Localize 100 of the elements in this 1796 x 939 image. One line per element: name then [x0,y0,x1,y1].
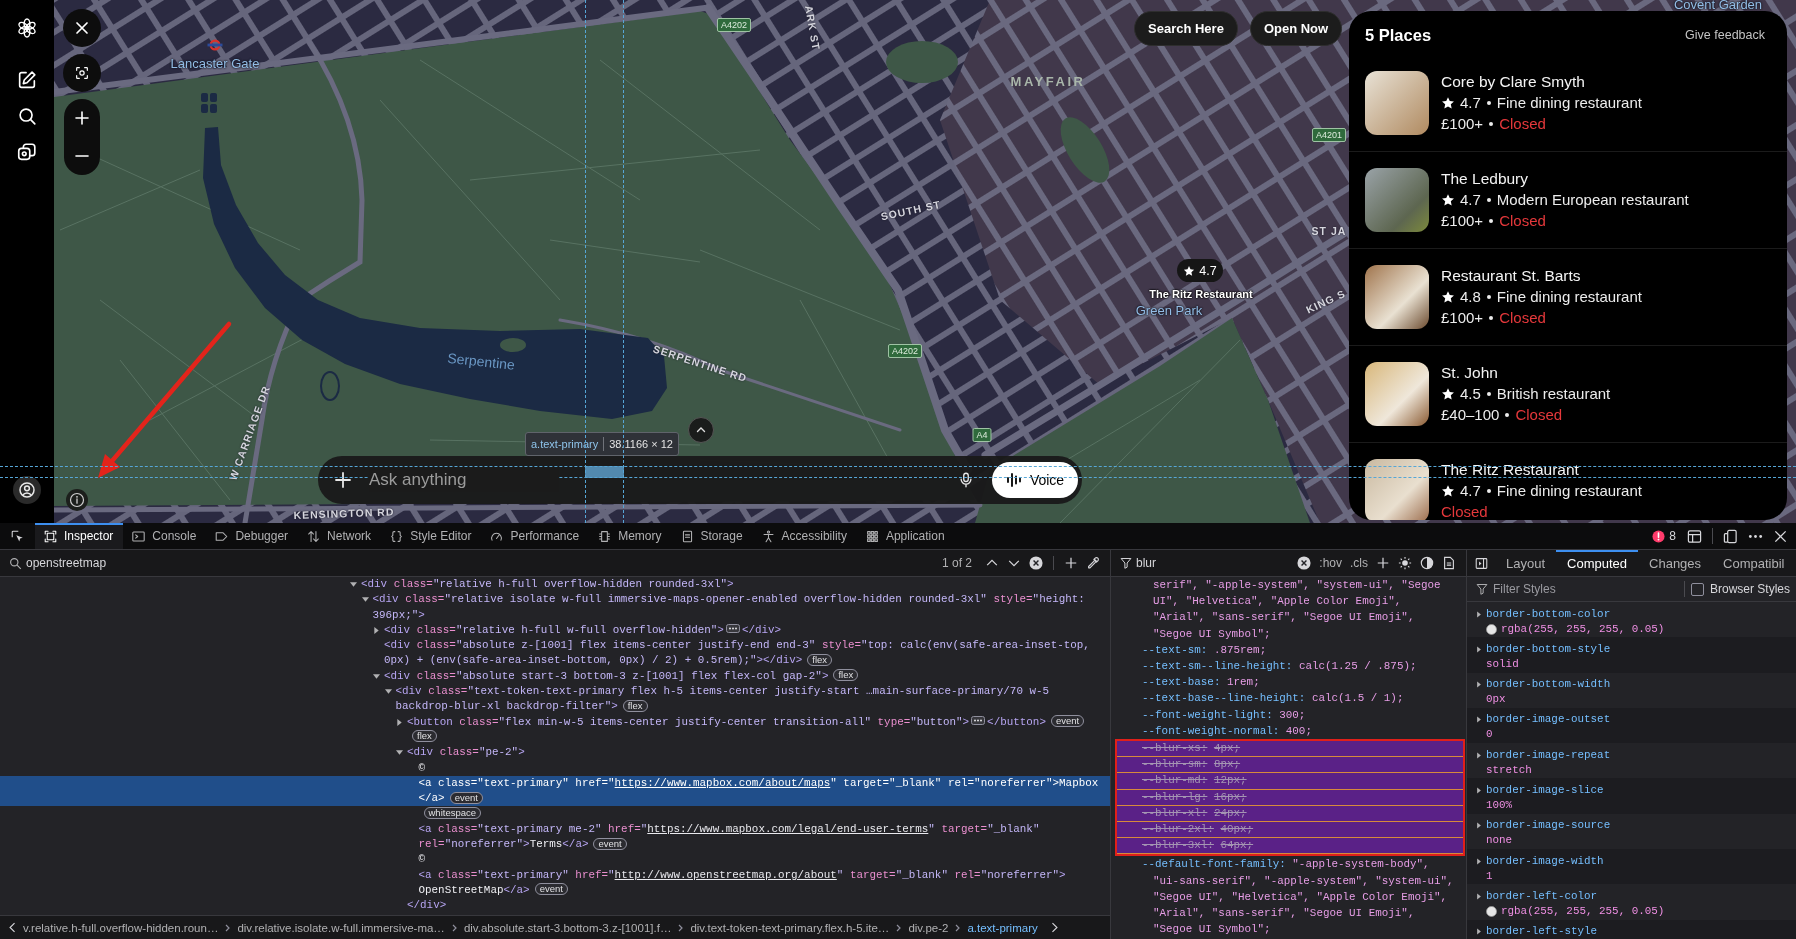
place-list-item[interactable]: Core by Clare Smyth 4.7 Fine dining restaurant £100+ Closed [1349,55,1787,152]
computed-property[interactable]: border-image-outset 0 [1467,707,1796,744]
css-declaration[interactable]: --text-base--line-height: calc(1.5 / 1); [1111,690,1457,707]
markup-badge[interactable]: event [593,837,627,850]
plus-icon[interactable] [1064,556,1078,570]
devtools-tab[interactable]: Storage [671,523,753,549]
markup-badge[interactable]: flex [622,699,648,712]
markup-node[interactable]: whitespace [0,806,1110,822]
search-icon[interactable] [16,105,38,127]
clear-icon[interactable] [1029,556,1043,570]
markup-badge[interactable]: event [449,791,483,804]
sidebar-tab[interactable]: Compatibil [1712,550,1796,576]
computed-property[interactable]: border-image-width 1 [1467,849,1796,885]
css-declaration[interactable]: --blur-md: 12px; [1117,773,1463,790]
triangle-right-icon[interactable] [1476,857,1482,865]
eyedropper-icon[interactable] [1086,556,1100,570]
markup-badge[interactable]: flex [833,669,859,682]
css-declaration[interactable]: --blur-xs: 4px; [1117,741,1463,758]
triangle-right-icon[interactable] [1476,751,1482,759]
css-declaration[interactable]: --default-font-family: "-apple-system-body", "ui-sans-serif", "-apple-system", "system-ui", "Segoe UI", "Helvetica", "Apple Color Emoji", "Arial", "sans-serif", "Segoe UI Emoji", "Segoe UI Symbol"; [1111,856,1457,938]
search-field[interactable]: openstreetmap [26,554,942,572]
markup-node[interactable]: <a class="text-primary me-2" href="https://www.mapbox.com/legal/end-user-terms" target="_blank" rel="noreferrer">Terms</a> event [0,821,1110,853]
clear-icon[interactable] [1297,556,1312,570]
collapsed-content-icon[interactable] [725,624,740,634]
css-declaration[interactable]: --blur-sm: 8px; [1117,757,1463,774]
computed-property[interactable]: border-left-style [1467,919,1796,939]
markup-node[interactable]: © [0,760,1110,776]
sidebar-tab[interactable]: Layout [1495,550,1557,576]
css-declaration[interactable]: --blur-2xl: 40px; [1117,822,1463,839]
filter-field[interactable]: Filter Styles [1493,582,1684,596]
breadcrumb[interactable]: div.text-token-text-primary.flex.h-5.ite… [690,921,890,934]
plus-icon[interactable] [1376,556,1390,570]
triangle-right-icon[interactable] [1476,610,1482,618]
devtools-tab[interactable]: Network [298,523,382,549]
close-icon[interactable] [1773,528,1788,544]
devtools-tab[interactable]: Memory [589,523,672,549]
breadcrumb[interactable]: div.relative.isolate.w-full.immersive-ma… [237,921,445,934]
breadcrumb[interactable]: div.pe-2 [908,921,949,934]
markup-node[interactable]: <div class="relative isolate w-full immersive-maps-opener-enabled overflow-hidden rounded-3xl" style="height: 396px;"> [0,592,1110,623]
triangle-right-icon[interactable] [1476,681,1482,689]
sidebar-tab[interactable]: Computed [1556,550,1639,576]
triangle-right-icon[interactable] [1476,787,1482,794]
place-list-item[interactable]: The Ledbury 4.7 Modern European restaurant £100+ Closed [1349,152,1787,249]
devtools-tab[interactable]: Performance [481,523,590,549]
triangle-down-icon[interactable] [350,581,357,589]
markup-badge[interactable]: flex [412,730,437,743]
breadcrumb[interactable]: v.relative.h-full.overflow-hidden.roun… [23,921,219,934]
css-declaration[interactable]: --font-weight-normal: 400; [1111,722,1457,740]
map-filter-button[interactable]: Open Now [1249,11,1343,46]
info-icon[interactable] [66,489,88,511]
sun-icon[interactable] [1398,556,1412,570]
devtools-tab[interactable]: Style Editor [381,523,482,549]
document-icon[interactable] [1442,556,1456,570]
rules-filter-bar[interactable]: blur :hov .cls [1111,550,1466,577]
responsive-design-icon[interactable] [1723,528,1738,544]
triangle-right-icon[interactable] [1476,645,1482,653]
markup-badge[interactable]: flex [807,654,833,666]
rating-pin[interactable]: 4.7 [1177,259,1223,282]
devtools-tab[interactable]: Accessibility [752,523,857,549]
voice-button[interactable]: Voice [992,462,1078,498]
collapsed-content-icon[interactable] [971,716,986,726]
css-declaration[interactable]: --text-base: 1rem; [1111,674,1457,691]
account-icon[interactable] [13,476,41,504]
triangle-down-icon[interactable] [361,596,369,604]
map-filter-button[interactable]: Search Here [1134,11,1238,46]
triangle-down-icon[interactable] [373,672,380,680]
devtools-tab[interactable]: Debugger [206,523,299,549]
contrast-icon[interactable] [1420,556,1434,570]
checkbox-label[interactable]: Browser Styles [1709,582,1790,596]
breadcrumb[interactable]: div.absolute.start-3.bottom-3.z-[1001].f… [463,921,672,934]
triangle-down-icon[interactable] [396,749,403,757]
markup-badge[interactable]: whitespace [423,806,482,819]
sidebar-toggle-icon[interactable] [1474,556,1488,570]
feedback-link[interactable]: Give feedback [1685,28,1765,42]
checkbox[interactable] [1690,582,1704,596]
markup-node[interactable]: <a class="text-primary" href="http://www.openstreetmap.org/about" target="_blank" rel="noreferrer"> OpenStreetMap</a> event [0,867,1110,899]
place-list-item[interactable]: St. John 4.5 British restaurant £40–100 Closed [1349,346,1787,443]
triangle-right-icon[interactable] [373,627,380,635]
computed-property[interactable]: border-bottom-style solid [1467,637,1796,673]
markup-node[interactable]: <div class="pe-2"> [0,745,1110,761]
dock-layout-icon[interactable] [1687,528,1702,544]
markup-node[interactable]: <div class="absolute start-3 bottom-3 z-[1001] flex flex-col gap-2"> flex [0,668,1110,685]
edit-icon[interactable] [16,69,38,91]
css-declaration[interactable]: --blur-3xl: 64px; [1117,838,1463,855]
plus-icon[interactable] [334,471,352,489]
triangle-down-icon[interactable] [384,688,392,696]
triangle-right-icon[interactable] [1476,928,1482,936]
devtools-tab[interactable]: Application [856,523,955,549]
devtools-tab[interactable]: Inspector [35,523,124,549]
sidebar-tab[interactable]: Changes [1638,550,1713,576]
error-count-button[interactable]: 8 [1652,529,1676,543]
css-declaration[interactable]: --text-sm: .875rem; [1111,641,1457,658]
place-list-item[interactable]: Restaurant St. Barts 4.8 Fine dining restaurant £100+ Closed [1349,249,1787,346]
markup-node[interactable]: © [0,852,1110,868]
markup-node[interactable]: <div class="relative h-full w-full overflow-hidden"> </div> [0,622,1110,639]
devtools-tab[interactable]: Console [123,523,207,549]
breadcrumb[interactable]: a.text-primary [967,921,1038,934]
markup-badge[interactable]: event [534,883,568,896]
triangle-right-icon[interactable] [1476,716,1482,724]
css-declaration[interactable]: --font-weight-light: 300; [1111,706,1457,723]
